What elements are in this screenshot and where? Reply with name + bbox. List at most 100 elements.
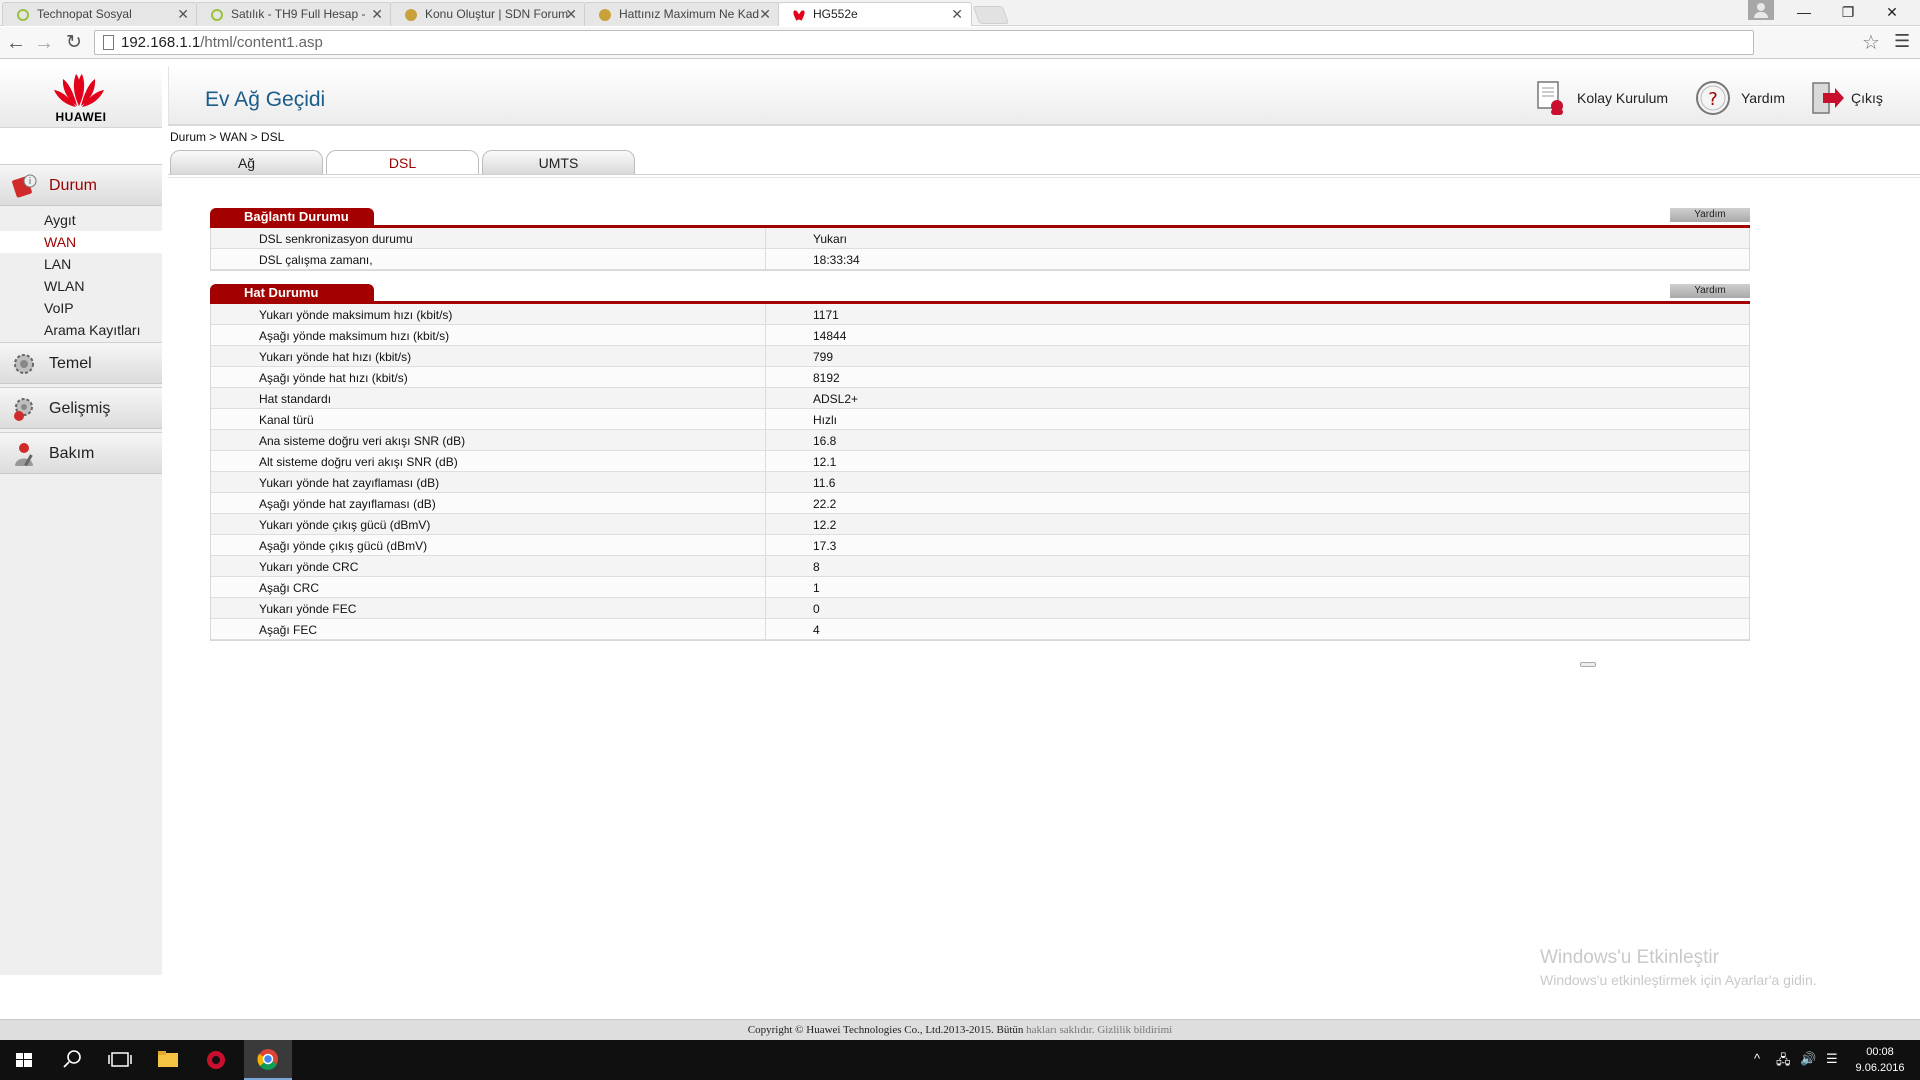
logout-button[interactable]: Çıkış [1809,80,1899,114]
notification-icon[interactable]: ☰ [1826,1051,1838,1067]
column-divider [765,430,766,451]
chrome-taskbar-button[interactable] [244,1040,292,1080]
column-divider [765,367,766,388]
tab-close-icon[interactable]: ✕ [951,6,963,23]
help-label: Yardım [1741,90,1786,106]
line-status-table: Yukarı yönde maksimum hızı (kbit/s) 1171 A… [210,304,1750,641]
row-value: 0 [813,602,820,616]
row-label: Yukarı yönde CRC [259,560,359,574]
row-value: Yukarı [813,232,848,246]
new-tab-button[interactable] [972,6,1010,24]
section-title: Bağlantı Durumu [210,208,374,226]
row-value: 11.6 [813,476,836,490]
task-view-button[interactable] [96,1040,144,1080]
tab-close-icon[interactable]: ✕ [759,6,771,23]
row-value: 4 [813,623,820,637]
sidebar-item-wlan[interactable]: WLAN [0,275,162,297]
reload-icon[interactable]: ↻ [62,31,86,55]
row-label: Aşağı yönde çıkış gücü (dBmV) [259,539,428,553]
maintenance-person-icon [15,443,33,467]
url-host: 192.168.1.1 [121,34,201,51]
small-scroll-handle[interactable] [1580,662,1596,667]
sidebar-item-status[interactable]: i Durum [0,164,162,206]
help-button[interactable]: ? Yardım [1695,80,1795,115]
connection-status-section: Bağlantı Durumu Yardım DSL senkronizasyo… [210,208,1750,271]
clock-date: 9.06.2016 [1855,1062,1905,1074]
profile-icon[interactable] [1748,0,1774,20]
chrome-icon [257,1049,278,1070]
taskbar-clock[interactable]: 00:08 9.06.2016 [1848,1044,1912,1076]
tab-close-icon[interactable]: ✕ [177,6,189,23]
red-app-icon [207,1051,225,1069]
tray-overflow-icon[interactable]: ^ [1754,1051,1760,1066]
column-divider [765,304,766,325]
browser-tab-hg552e[interactable]: HG552e ✕ [778,2,972,26]
row-label: Aşağı yönde maksimum hızı (kbit/s) [259,329,450,343]
row-value: 12.2 [813,518,837,532]
section-help-button[interactable]: Yardım [1670,208,1750,222]
network-icon[interactable]: 🖧 [1776,1051,1791,1073]
close-window-button[interactable]: ✕ [1870,0,1914,24]
sidebar-item-voip[interactable]: VoIP [0,297,162,319]
huawei-flower-icon [54,74,104,107]
privacy-link[interactable]: Gizlilik bildirimi [1097,1024,1172,1036]
browser-menu-icon[interactable]: ☰ [1894,31,1910,52]
windows-logo-icon [16,1053,32,1067]
sidebar-item-basic[interactable]: Temel [0,342,162,384]
table-row: Aşağı yönde çıkış gücü (dBmV) 17.3 [211,535,1749,556]
row-label: DSL çalışma zamanı, [259,253,373,267]
url-input[interactable]: 192.168.1.1/html/content1.asp [94,30,1754,55]
minimize-button[interactable]: — [1782,0,1826,24]
clock-time: 00:08 [1866,1046,1894,1058]
folder-icon [158,1051,178,1067]
sidebar-item-call-log[interactable]: Arama Kayıtları [0,319,162,341]
technopat-favicon-icon [17,9,29,21]
browser-tab-satilik[interactable]: Satılık - TH9 Full Hesap - ✕ [196,2,392,26]
easy-setup-icon [1537,81,1563,115]
sidebar-item-device[interactable]: Aygıt [0,209,162,231]
bookmark-star-icon[interactable]: ☆ [1862,30,1880,55]
connection-status-table: DSL senkronizasyon durumu Yukarı DSL çalış… [210,228,1750,271]
windows-taskbar: ^ 🖧 🔊 ☰ 00:08 9.06.2016 [0,1040,1920,1080]
restore-button[interactable]: ❐ [1826,0,1870,24]
browser-tab-technopat[interactable]: Technopat Sosyal ✕ [2,2,198,26]
row-value: 12.1 [813,455,837,469]
tab-dsl[interactable]: DSL [326,150,479,174]
column-divider [765,577,766,598]
column-divider [765,409,766,430]
easy-setup-button[interactable]: Kolay Kurulum [1535,80,1675,115]
easy-setup-label: Kolay Kurulum [1577,90,1669,106]
section-title: Hat Durumu [210,284,374,302]
row-value: 1171 [813,308,839,322]
row-value: 1 [813,581,820,595]
forward-arrow-icon[interactable]: → [32,31,56,55]
help-question-icon: ? [1696,81,1730,115]
sidebar-item-maintenance[interactable]: Bakım [0,432,162,474]
back-arrow-icon[interactable]: ← [4,31,28,55]
browser-tab-hattiniz[interactable]: Hattınız Maximum Ne Kad ✕ [584,2,780,26]
tab-network[interactable]: Ağ [170,150,323,174]
table-row: DSL senkronizasyon durumu Yukarı [211,228,1749,249]
sidebar-item-lan[interactable]: LAN [0,253,162,275]
section-help-button[interactable]: Yardım [1670,284,1750,298]
tab-title: Technopat Sosyal [37,7,132,21]
app-button-red[interactable] [192,1040,240,1080]
tab-umts[interactable]: UMTS [482,150,635,174]
browser-tab-sdn[interactable]: Konu Oluştur | SDN Forum ✕ [390,2,586,26]
column-divider [765,619,766,640]
start-button[interactable] [0,1040,48,1080]
volume-icon[interactable]: 🔊 [1800,1051,1816,1067]
sidebar-item-advanced[interactable]: Gelişmiş [0,387,162,429]
search-button[interactable] [48,1040,96,1080]
address-bar-row: ← → ↻ 192.168.1.1/html/content1.asp ☆ ☰ [0,27,1920,59]
copyright-text: Copyright © Huawei Technologies Co., Ltd… [747,1024,1024,1036]
tab-close-icon[interactable]: ✕ [371,6,383,23]
file-explorer-button[interactable] [144,1040,192,1080]
sidebar-item-wan[interactable]: WAN [0,231,162,253]
technopat-favicon-icon [211,9,223,21]
tab-close-icon[interactable]: ✕ [565,6,577,23]
search-icon [63,1050,81,1068]
row-label: Aşağı FEC [259,623,318,637]
sdn-favicon-icon [405,9,417,21]
row-value: 8192 [813,371,840,385]
